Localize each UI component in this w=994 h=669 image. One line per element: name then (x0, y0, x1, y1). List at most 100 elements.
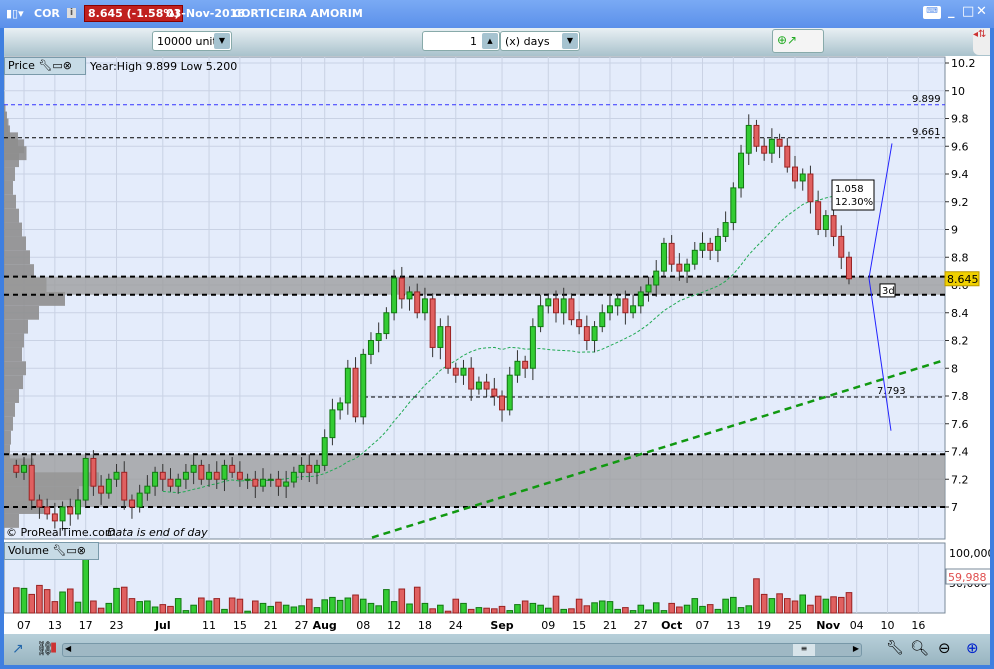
zoom-out-icon[interactable]: ⊖ (938, 639, 951, 657)
volume-bar (59, 591, 66, 614)
period-stepper[interactable]: 1 ▲ (422, 31, 500, 51)
volume-bar (282, 604, 290, 614)
horizontal-scrollbar[interactable]: ◀ ≡ ▶ (62, 643, 862, 657)
volume-profile-bar (4, 361, 26, 376)
volume-bar (313, 607, 321, 614)
candlestick-icon[interactable]: ▮▯▾ (6, 7, 24, 20)
period-unit-select[interactable]: (x) days ▼ (500, 31, 580, 51)
maximize-button[interactable]: □ (962, 4, 974, 19)
zoom-in-icon[interactable]: ⊕ (966, 639, 979, 657)
candle-body (51, 513, 58, 522)
close-button[interactable]: ✕ (976, 4, 987, 19)
candle-body (606, 305, 613, 314)
y-tick-label: 8.8 (951, 251, 969, 264)
volume-bar (321, 599, 328, 614)
volume-bar (144, 600, 151, 614)
y-tick-label: 7.4 (951, 446, 969, 459)
wrench-icon[interactable]: 🔧︎ (38, 59, 52, 72)
units-select[interactable]: 10000 units ▼ (152, 31, 232, 51)
candle-body (637, 291, 644, 307)
volume-bar (706, 604, 714, 614)
minimize-button[interactable]: _ (948, 4, 955, 19)
volume-profile-bar (4, 180, 13, 195)
volume-bar (514, 604, 521, 614)
close-panel-icon[interactable]: ⊗ (63, 59, 72, 72)
volume-profile-bar (4, 375, 23, 390)
volume-bar (190, 604, 197, 614)
symbol[interactable]: COR (34, 7, 60, 20)
volume-bar (329, 596, 336, 614)
volume-profile-bar (4, 319, 28, 334)
indicators-icon: ⊕↗ (777, 33, 798, 47)
volume-bar (776, 593, 783, 614)
volume-bar (390, 601, 398, 614)
volume-bar (305, 598, 313, 614)
y-tick-label: 10.2 (951, 57, 976, 70)
candle-body (321, 437, 328, 466)
wrench-icon[interactable]: 🔧︎ (52, 544, 66, 557)
side-panel-toggle-icon[interactable]: ◂⇅ (973, 29, 990, 55)
volume-bar (213, 598, 221, 614)
candle-body (684, 263, 691, 272)
candle-body (468, 367, 475, 390)
candle-body (283, 481, 290, 487)
volume-bar (406, 603, 413, 614)
candle-body (660, 242, 667, 272)
candle-body (306, 464, 313, 473)
zoom-fit-icon[interactable]: 🔍︎ (910, 639, 929, 657)
candle-body (313, 464, 320, 473)
volume-bar (275, 601, 282, 614)
volume-bar (629, 610, 637, 614)
chart-settings-icon[interactable]: 🔧︎ (886, 640, 904, 656)
scroll-left-icon[interactable]: ◀ (65, 644, 71, 653)
volume-profile-bar (4, 153, 19, 168)
volume-bar (336, 599, 344, 614)
x-tick-label: Nov (816, 619, 841, 632)
candle-body (807, 173, 814, 203)
candle-body (36, 499, 43, 508)
candle-body (529, 326, 536, 369)
volume-bar (722, 598, 729, 614)
keyboard-icon[interactable]: ⌨ (923, 6, 941, 19)
volume-bar (82, 553, 89, 614)
x-tick-label: 15 (233, 619, 247, 632)
window-icon[interactable]: ▭ (66, 544, 76, 557)
chart-type-icon[interactable]: ▮ (50, 640, 57, 655)
candle-body (499, 395, 506, 411)
candle-body (82, 457, 89, 501)
volume-bar (768, 598, 776, 614)
indicators-button[interactable]: ⊕↗ (772, 29, 824, 53)
bottom-bar: ↗ ⛓ ▮ ◀ ≡ ▶ 🔧︎ 🔍︎ ⊖ ⊕ (4, 634, 990, 665)
scroll-right-icon[interactable]: ▶ (853, 644, 859, 653)
volume-bar (90, 600, 97, 614)
candle-body (13, 464, 20, 473)
candle-body (722, 222, 729, 237)
volume-profile-bar (4, 347, 22, 362)
x-tick-label: 13 (726, 619, 740, 632)
scroll-thumb[interactable]: ≡ (793, 644, 815, 656)
close-panel-icon[interactable]: ⊗ (77, 544, 86, 557)
candle-body (560, 298, 567, 314)
y-tick-label: 8 (951, 362, 958, 375)
chart-area[interactable]: 07 13 17 23 Jul 11 15 21 27 Aug 08 12 18 24 Sep 09 15 21 2… (3, 56, 994, 634)
info-icon[interactable]: i (67, 8, 77, 18)
volume-bar (105, 602, 113, 614)
candle-body (90, 457, 97, 487)
stepper-icon[interactable]: ▲ (482, 33, 498, 49)
volume-panel-title: Volume (8, 544, 49, 557)
candle-body (815, 201, 822, 230)
volume-bar (645, 609, 652, 614)
chevron-down-icon[interactable]: ▼ (562, 33, 578, 49)
volume-bar (221, 608, 228, 614)
period-unit-value: (x) days (505, 35, 550, 48)
chart-svg[interactable]: 07 13 17 23 Jul 11 15 21 27 Aug 08 12 18 24 Sep 09 15 21 2… (3, 56, 994, 634)
chevron-down-icon[interactable]: ▼ (214, 33, 230, 49)
volume-bar (367, 602, 375, 614)
candle-body (475, 381, 482, 390)
candle-body (452, 367, 459, 376)
candle-body (44, 506, 51, 515)
export-icon[interactable]: ↗ (12, 641, 24, 657)
window-icon[interactable]: ▭ (52, 59, 62, 72)
volume-bar (622, 607, 629, 614)
candle-body (406, 291, 413, 300)
